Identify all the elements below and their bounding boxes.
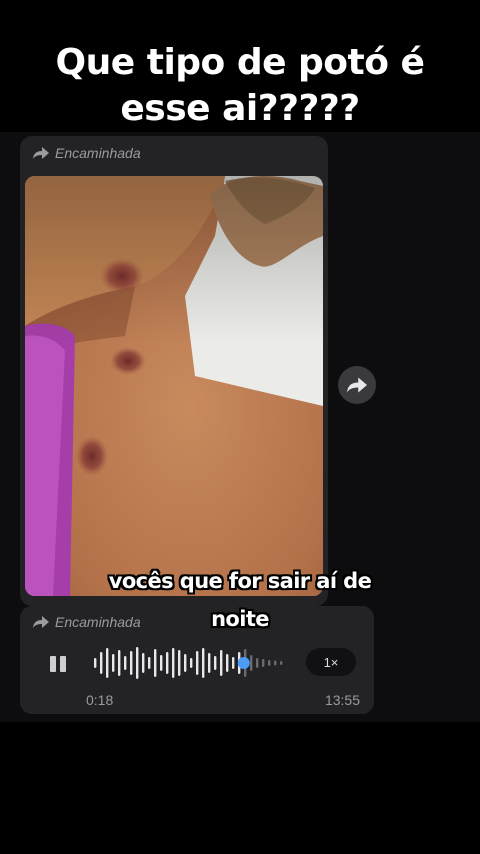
pause-button[interactable] xyxy=(48,654,70,676)
waveform-bar xyxy=(118,650,121,676)
waveform-bar xyxy=(202,648,205,678)
forwarded-label: Encaminhada xyxy=(55,145,141,161)
title-line-1: Que tipo de potó é xyxy=(55,42,425,83)
waveform-bar xyxy=(178,650,181,676)
waveform-bar xyxy=(106,648,109,678)
message-timestamp: 13:55 xyxy=(324,692,360,708)
waveform-bar xyxy=(94,658,97,668)
neck-bruise-photo xyxy=(25,176,323,596)
video-title-caption: Que tipo de potó é esse ai????? xyxy=(0,40,480,132)
waveform-bar xyxy=(172,648,175,678)
waveform-bar xyxy=(148,657,151,669)
waveform-bar xyxy=(160,655,163,671)
waveform-bar xyxy=(280,661,283,665)
waveform-bar xyxy=(220,650,223,676)
waveform-bar xyxy=(154,649,157,677)
share-arrow-icon xyxy=(347,377,367,393)
video-subtitle: vocês que for sair aí de noite xyxy=(60,562,420,638)
waveform-bar xyxy=(136,647,139,679)
waveform-bar xyxy=(100,652,103,674)
waveform-bar xyxy=(268,660,271,666)
forwarded-image-message[interactable]: Encaminhada xyxy=(20,136,328,606)
playback-speed-button[interactable]: 1× xyxy=(306,648,356,676)
waveform-bar xyxy=(130,651,133,675)
voice-waveform[interactable] xyxy=(92,644,284,682)
pause-icon xyxy=(50,656,56,672)
waveform-bar xyxy=(214,656,217,670)
waveform-bar xyxy=(256,658,259,668)
message-photo[interactable] xyxy=(25,176,323,596)
waveform-bar xyxy=(262,659,265,667)
elapsed-time: 0:18 xyxy=(86,692,114,708)
waveform-bar xyxy=(232,657,235,669)
waveform-bar xyxy=(112,654,115,672)
forwarded-header: Encaminhada xyxy=(33,145,141,161)
waveform-bar xyxy=(142,653,145,673)
forward-arrow-icon xyxy=(33,147,49,159)
waveform-bar xyxy=(196,651,199,675)
waveform-bar xyxy=(208,653,211,673)
subtitle-line-2: noite xyxy=(211,607,269,631)
waveform-bar xyxy=(184,654,187,672)
forward-arrow-icon xyxy=(33,616,49,628)
waveform-bar xyxy=(250,655,253,671)
subtitle-line-1: vocês que for sair aí de xyxy=(108,569,372,593)
forward-share-button[interactable] xyxy=(338,366,376,404)
waveform-bar xyxy=(226,654,229,672)
waveform-bar xyxy=(190,658,193,668)
title-line-2: esse ai????? xyxy=(120,88,360,129)
waveform-bar xyxy=(166,652,169,674)
waveform-bar xyxy=(124,656,127,670)
waveform-bar xyxy=(274,660,277,666)
playback-scrubber[interactable] xyxy=(237,657,250,669)
